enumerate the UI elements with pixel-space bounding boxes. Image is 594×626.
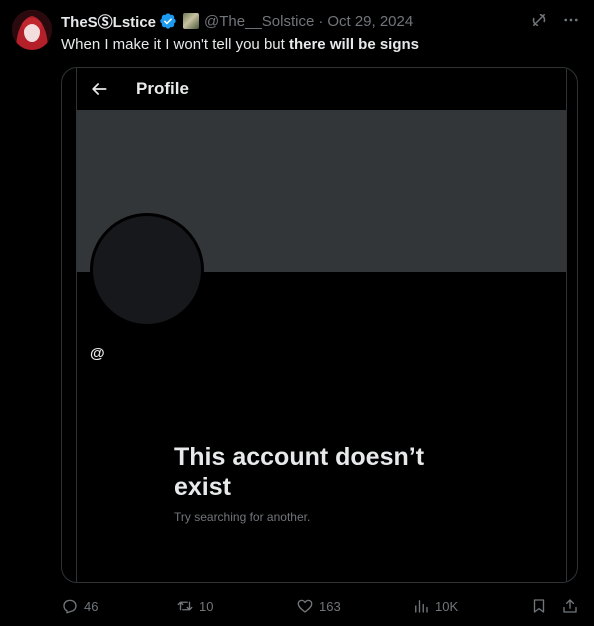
tweet-text: When I make it I won't tell you but ther… xyxy=(61,36,419,53)
separator-dot: · xyxy=(318,12,324,30)
bookmark-icon xyxy=(530,597,548,615)
tweet-text-plain: When I make it I won't tell you but xyxy=(61,36,289,53)
reply-icon xyxy=(61,597,79,615)
tweet-header: TheSⓈLstice @The__Solstice · Oct 29, 202… xyxy=(61,11,413,31)
profile-emoji-icon xyxy=(183,13,200,29)
author-avatar[interactable] xyxy=(12,10,52,50)
embedded-profile-avatar xyxy=(90,213,204,327)
views-button[interactable]: 10K xyxy=(412,597,458,615)
tweet-media[interactable]: Profile @ This account doesn’t exist Try… xyxy=(61,67,578,583)
embedded-profile-bar: Profile xyxy=(77,68,566,110)
embedded-screenshot: Profile @ This account doesn’t exist Try… xyxy=(76,68,567,582)
reply-count: 46 xyxy=(84,598,99,614)
back-arrow-icon xyxy=(89,79,109,99)
tweet-text-bold: there will be signs xyxy=(288,36,420,53)
embedded-at-handle: @ xyxy=(90,345,105,362)
share-button[interactable] xyxy=(561,597,579,615)
like-count: 163 xyxy=(319,598,341,614)
grok-icon[interactable] xyxy=(530,11,548,29)
views-count: 10K xyxy=(435,598,459,614)
share-icon xyxy=(561,597,579,615)
embedded-empty-title: This account doesn’t exist xyxy=(174,443,425,501)
heart-icon xyxy=(296,597,314,615)
tweet-date[interactable]: Oct 29, 2024 xyxy=(327,13,413,30)
more-icon[interactable] xyxy=(562,11,580,29)
reply-button[interactable]: 46 xyxy=(61,597,98,615)
embedded-empty-subtitle: Try searching for another. xyxy=(174,510,311,524)
tweet: TheSⓈLstice @The__Solstice · Oct 29, 202… xyxy=(0,0,594,626)
author-handle[interactable]: @The__Solstice xyxy=(204,13,314,30)
views-icon xyxy=(412,597,430,615)
author-display-name[interactable]: TheSⓈLstice xyxy=(61,11,156,32)
header-actions xyxy=(530,11,580,29)
retweet-button[interactable]: 10 xyxy=(176,597,213,615)
bookmark-button[interactable] xyxy=(530,597,548,615)
retweet-count: 10 xyxy=(199,598,214,614)
embedded-profile-title: Profile xyxy=(136,79,189,98)
like-button[interactable]: 163 xyxy=(296,597,341,615)
retweet-icon xyxy=(176,597,194,615)
tweet-actions: 46 10 163 10K xyxy=(61,597,580,617)
verified-badge-icon[interactable] xyxy=(159,12,177,30)
